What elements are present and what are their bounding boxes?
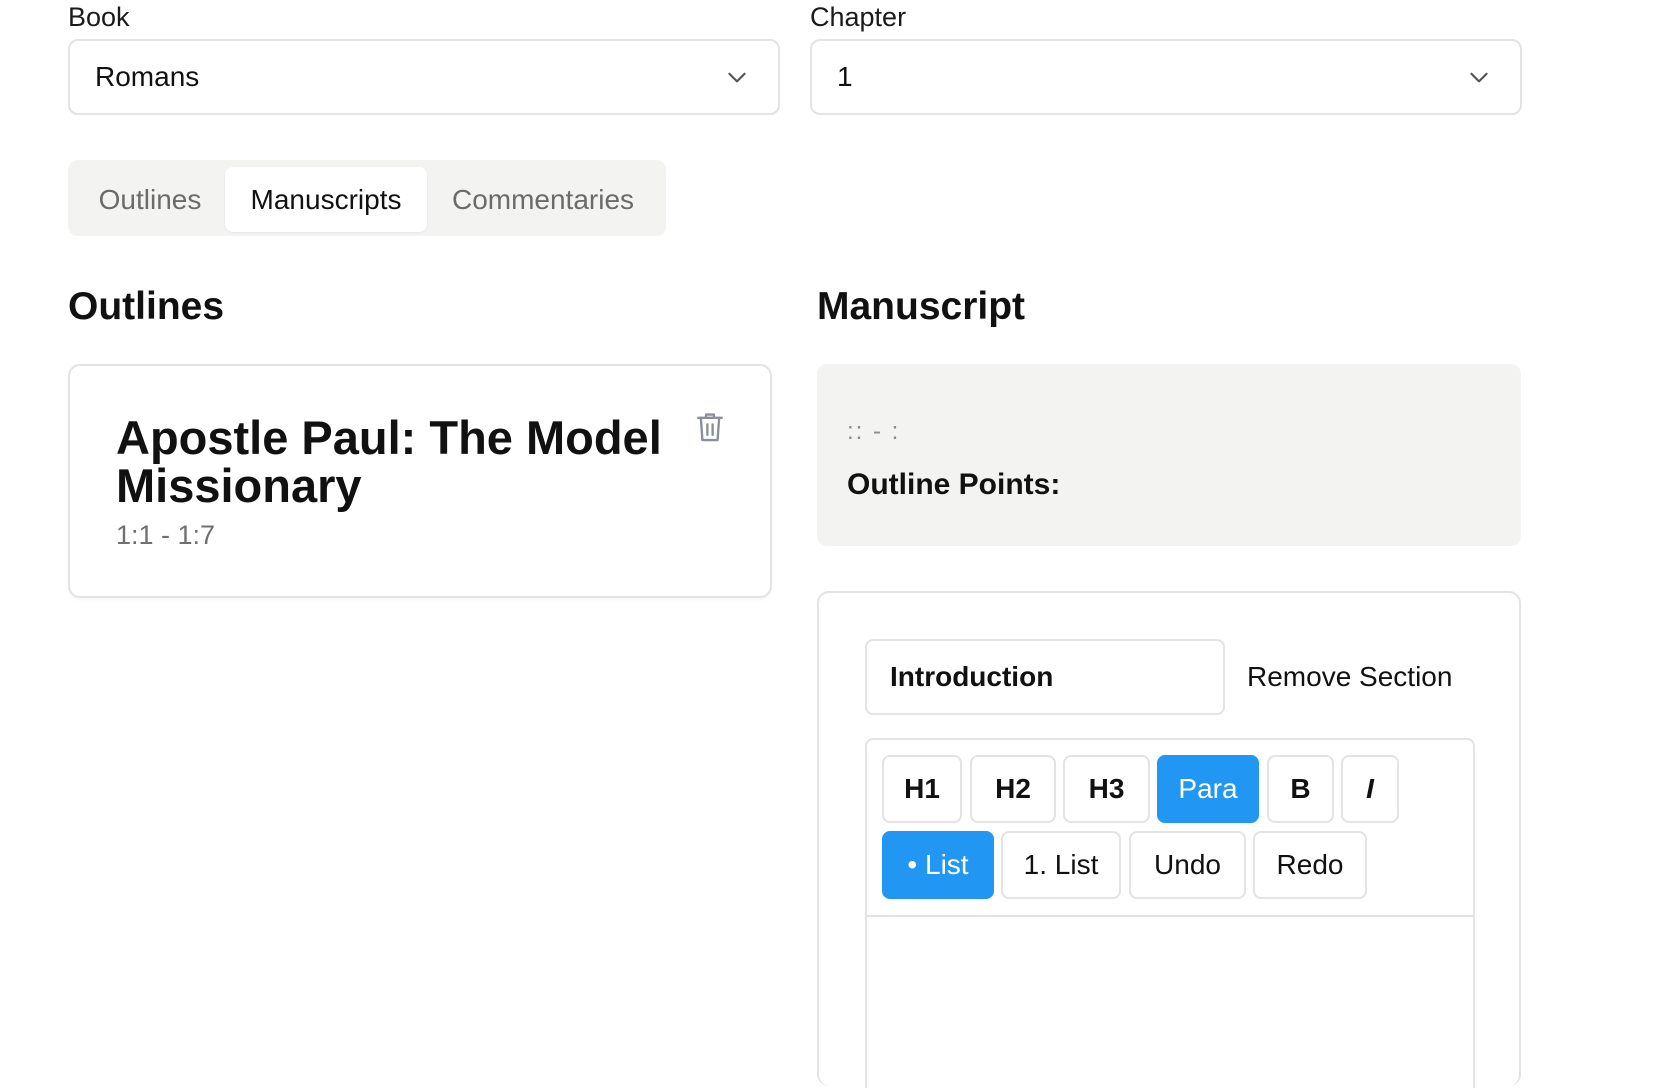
numbered-list-button[interactable]: 1. List — [1001, 831, 1121, 899]
outlines-heading: Outlines — [68, 285, 225, 328]
heading2-button[interactable]: H2 — [970, 755, 1056, 823]
chevron-down-icon — [1470, 72, 1488, 83]
undo-button[interactable]: Undo — [1129, 831, 1246, 899]
view-tabs: Outlines Manuscripts Commentaries — [68, 160, 666, 236]
bullet-list-button[interactable]: • List — [882, 831, 994, 899]
heading1-button[interactable]: H1 — [882, 755, 962, 823]
outline-card[interactable]: Apostle Paul: The Model Missionary 1:1 -… — [68, 364, 772, 598]
section-editor: Introduction Remove Section H1 H2 H3 Par… — [817, 591, 1521, 1088]
chapter-select[interactable]: 1 — [810, 39, 1522, 115]
redo-button[interactable]: Redo — [1253, 831, 1367, 899]
editor-content-area[interactable] — [867, 917, 1473, 1090]
tab-outlines[interactable]: Outlines — [76, 167, 224, 232]
bold-button[interactable]: B — [1267, 755, 1334, 823]
trash-icon[interactable] — [694, 410, 726, 444]
book-select-value: Romans — [95, 61, 200, 92]
paragraph-button[interactable]: Para — [1157, 755, 1259, 823]
manuscript-reference: :: - : — [847, 418, 901, 445]
tab-manuscripts[interactable]: Manuscripts — [225, 167, 427, 232]
section-name-input[interactable]: Introduction — [865, 639, 1225, 715]
remove-section-button[interactable]: Remove Section — [1247, 639, 1452, 715]
italic-button[interactable]: I — [1341, 755, 1399, 823]
outline-title: Apostle Paul: The Model Missionary — [116, 411, 662, 512]
outline-range: 1:1 - 1:7 — [116, 520, 216, 550]
outline-points-label: Outline Points: — [847, 468, 1061, 501]
chapter-label: Chapter — [810, 2, 907, 32]
heading3-button[interactable]: H3 — [1063, 755, 1150, 823]
manuscript-summary: :: - : Outline Points: — [817, 364, 1521, 546]
rich-text-editor: H1 H2 H3 Para B I • List 1. List Undo Re… — [865, 738, 1475, 1088]
book-label: Book — [68, 2, 130, 32]
book-select[interactable]: Romans — [68, 39, 780, 115]
chevron-down-icon — [728, 72, 746, 83]
tab-commentaries[interactable]: Commentaries — [430, 167, 656, 232]
chapter-select-value: 1 — [837, 61, 853, 92]
manuscript-heading: Manuscript — [817, 285, 1026, 328]
